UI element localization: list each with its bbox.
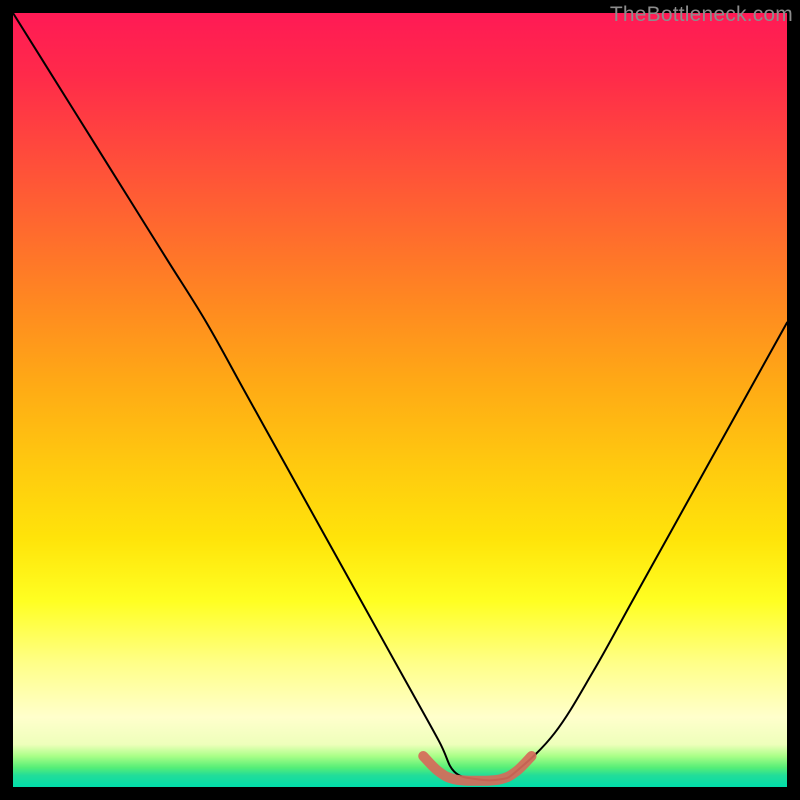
bottleneck-curve <box>13 13 787 780</box>
chart-frame: TheBottleneck.com <box>13 13 787 787</box>
chart-svg <box>13 13 787 787</box>
bottleneck-floor-highlight <box>423 756 531 781</box>
watermark-text: TheBottleneck.com <box>610 3 793 27</box>
